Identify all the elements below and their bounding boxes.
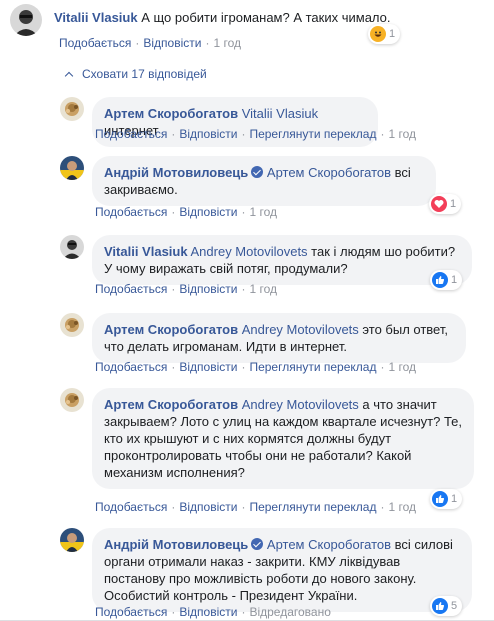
like-icon (432, 272, 448, 288)
timestamp[interactable]: 1 год (249, 205, 277, 219)
like-link[interactable]: Подобається (95, 127, 167, 141)
reply-comment: Vitalii Vlasiuk Andrey Motovilovets так … (60, 235, 472, 285)
verified-badge-icon (251, 166, 264, 178)
avatar-artem[interactable] (60, 97, 84, 121)
comment-bubble: Артем Скоробогатов Andrey Motovilovets а… (92, 388, 474, 489)
verified-badge-icon (251, 538, 264, 550)
mention-link[interactable]: Andrey Motovilovets (242, 397, 359, 412)
see-translation-link[interactable]: Переглянути переклад (249, 127, 376, 141)
reply-link[interactable]: Відповісти (179, 605, 237, 619)
reaction-counter[interactable]: 1 (430, 270, 463, 290)
see-translation-link[interactable]: Переглянути переклад (249, 360, 376, 374)
timestamp[interactable]: 1 год (388, 500, 416, 514)
timestamp[interactable]: 1 год (388, 127, 416, 141)
mention-link[interactable]: Vitalii Vlasiuk (242, 106, 318, 121)
timestamp[interactable]: 1 год (213, 36, 241, 50)
avatar-andrii[interactable] (60, 156, 84, 180)
reply-link[interactable]: Відповісти (179, 127, 237, 141)
reaction-count: 1 (450, 198, 457, 210)
reaction-counter[interactable]: 1 (429, 194, 462, 214)
comment-author[interactable]: Vitalii Vlasiuk (104, 244, 188, 259)
reaction-count: 1 (451, 493, 458, 505)
reply-link[interactable]: Відповісти (179, 500, 237, 514)
top-comment: Vitalii Vlasiuk А що робити ігроманам? А… (10, 4, 391, 36)
love-icon (431, 196, 447, 212)
reaction-count: 5 (451, 600, 458, 612)
like-icon (432, 491, 448, 507)
mention-link[interactable]: Andrey Motovilovets (242, 322, 359, 337)
comment-bubble: Андрій Мотовиловець Артем Скоробогатов в… (92, 156, 436, 206)
reaction-counter[interactable]: 1 (368, 24, 401, 44)
comment-text: А що робити ігроманам? А таких чимало. (141, 10, 391, 25)
comment-bubble: Артем Скоробогатов Andrey Motovilovets э… (92, 313, 466, 363)
avatar-vitalii[interactable] (10, 4, 42, 36)
comment-actions: Подобається · Відповісти · Переглянути перек… (95, 127, 417, 141)
comment-actions: Подобається · Відповісти · Переглянути перек… (95, 500, 417, 514)
reply-comment: Андрій Мотовиловець Артем Скоробогатов в… (60, 528, 472, 612)
avatar-artem[interactable] (60, 313, 84, 337)
timestamp[interactable]: 1 год (249, 282, 277, 296)
comment-bubble: Vitalii Vlasiuk Andrey Motovilovets так … (92, 235, 472, 285)
avatar-vitalii[interactable] (60, 235, 84, 259)
reaction-counter[interactable]: 1 (430, 489, 463, 509)
comment-author[interactable]: Артем Скоробогатов (104, 397, 238, 412)
comment-actions: Подобається · Відповісти · 1 год (95, 205, 277, 219)
reply-link[interactable]: Відповісти (179, 282, 237, 296)
comment-actions: Подобається · Відповісти · 1 год (95, 282, 277, 296)
comment-actions: Подобається · Відповісти · 1 год (59, 36, 241, 50)
comment-actions: Подобається · Відповісти · Відредаговано (95, 605, 331, 619)
comment-author[interactable]: Андрій Мотовиловець (104, 165, 248, 180)
like-link[interactable]: Подобається (95, 205, 167, 219)
comment-actions: Подобається · Відповісти · Переглянути перек… (95, 360, 417, 374)
mention-link[interactable]: Andrey Motovilovets (191, 244, 308, 259)
hide-replies-link[interactable]: Сховати 17 відповідей (64, 67, 207, 81)
avatar-artem[interactable] (60, 388, 84, 412)
reaction-count: 1 (451, 274, 458, 286)
mention-link[interactable]: Артем Скоробогатов (267, 165, 391, 180)
reply-comment: Артем Скоробогатов Andrey Motovilovets а… (60, 388, 474, 489)
comment-bubble: Андрій Мотовиловець Артем Скоробогатов в… (92, 528, 472, 612)
see-translation-link[interactable]: Переглянути переклад (249, 500, 376, 514)
reply-link[interactable]: Відповісти (143, 36, 201, 50)
like-link[interactable]: Подобається (95, 360, 167, 374)
comment-author[interactable]: Артем Скоробогатов (104, 106, 238, 121)
edited-label[interactable]: Відредаговано (249, 605, 330, 619)
like-link[interactable]: Подобається (95, 605, 167, 619)
reaction-count: 1 (389, 28, 396, 40)
hide-replies-label: Сховати 17 відповідей (82, 67, 207, 81)
like-link[interactable]: Подобається (95, 500, 167, 514)
mention-link[interactable]: Артем Скоробогатов (267, 537, 391, 552)
comment-author[interactable]: Артем Скоробогатов (104, 322, 238, 337)
avatar-andrii[interactable] (60, 528, 84, 552)
reply-link[interactable]: Відповісти (179, 360, 237, 374)
reply-comment: Артем Скоробогатов Andrey Motovilovets э… (60, 313, 466, 363)
like-link[interactable]: Подобається (95, 282, 167, 296)
comment-bubble: Vitalii Vlasiuk А що робити ігроманам? А… (52, 9, 391, 36)
comment-author[interactable]: Vitalii Vlasiuk (54, 10, 138, 25)
timestamp[interactable]: 1 год (388, 360, 416, 374)
like-link[interactable]: Подобається (59, 36, 131, 50)
haha-icon (370, 26, 386, 42)
reply-comment: Андрій Мотовиловець Артем Скоробогатов в… (60, 156, 436, 206)
reply-link[interactable]: Відповісти (179, 205, 237, 219)
chevron-up-icon (64, 71, 74, 80)
reaction-counter[interactable]: 5 (430, 596, 463, 616)
like-icon (432, 598, 448, 614)
comment-author[interactable]: Андрій Мотовиловець (104, 537, 248, 552)
